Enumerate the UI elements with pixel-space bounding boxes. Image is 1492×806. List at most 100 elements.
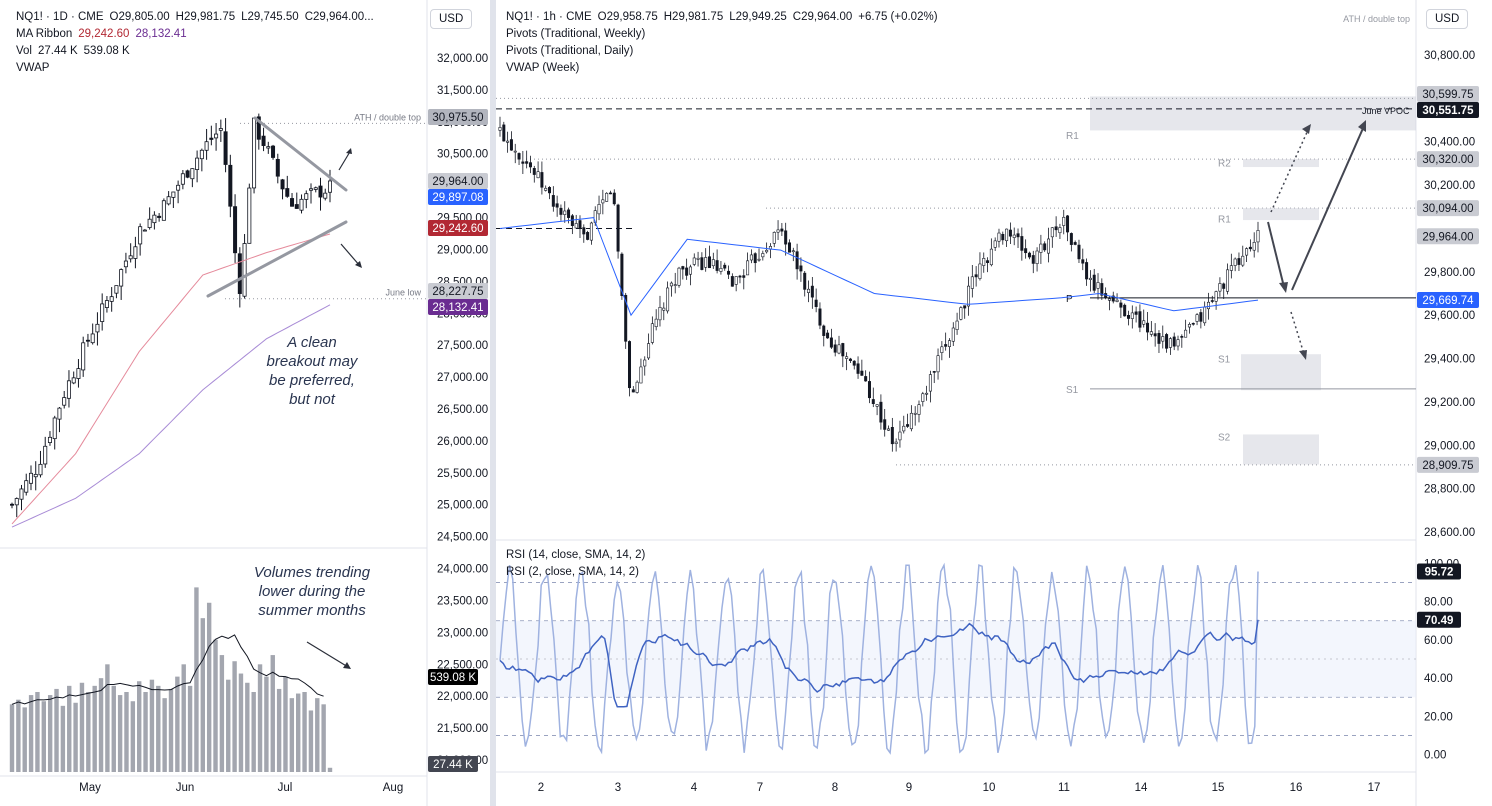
hourly-chart-panel[interactable]: 30,800.00 30,400.00 30,200.00 29,800.00 29,6… bbox=[496, 0, 1492, 806]
hourly-candle-body bbox=[913, 412, 917, 415]
volume-bar bbox=[321, 704, 326, 772]
daily-chart-svg[interactable]: 32,000.0031,500.0031,000.0030,500.0030,0… bbox=[0, 0, 490, 806]
hourly-close: C29,964.00 bbox=[792, 11, 853, 23]
volume-bar bbox=[251, 692, 256, 772]
daily-price-tick: 26,500.00 bbox=[437, 404, 488, 416]
daily-candle-body bbox=[161, 200, 166, 221]
hourly-price-tick: 28,800.00 bbox=[1424, 484, 1475, 496]
hourly-currency-button[interactable]: USD bbox=[1426, 9, 1469, 29]
daily-candle-body bbox=[275, 158, 280, 177]
hourly-candle-body bbox=[567, 209, 571, 218]
hourly-candle-body bbox=[1096, 282, 1100, 289]
hourly-time-tick: 4 bbox=[691, 782, 698, 794]
weekly-pivots-label[interactable]: Pivots (Traditional, Weekly) bbox=[506, 26, 944, 43]
hourly-candle-body bbox=[772, 232, 776, 244]
hourly-candle-body bbox=[677, 267, 681, 286]
daily-pivots-label[interactable]: Pivots (Traditional, Daily) bbox=[506, 43, 944, 60]
hourly-symbol[interactable]: NQ1! · 1h · CME bbox=[506, 11, 592, 23]
volume-label[interactable]: Vol bbox=[16, 45, 32, 57]
hourly-candle-body bbox=[1012, 234, 1016, 238]
daily-r1-zone bbox=[1243, 208, 1319, 221]
hourly-candle-body bbox=[746, 260, 750, 276]
hourly-candle-body bbox=[906, 424, 910, 427]
hourly-price-badge-text: 30,551.75 bbox=[1422, 105, 1474, 117]
vwap-week-label[interactable]: VWAP (Week) bbox=[506, 60, 944, 77]
volume-bar bbox=[302, 692, 307, 772]
hourly-candle-body bbox=[1165, 334, 1169, 349]
hourly-candle-body bbox=[1149, 331, 1153, 335]
volume-bar bbox=[111, 685, 116, 772]
scenario-alt-up-arrow bbox=[1270, 129, 1309, 213]
hourly-candle-body bbox=[643, 359, 647, 367]
hourly-price-badge-text: 28,909.75 bbox=[1422, 460, 1473, 472]
daily-candle-body bbox=[66, 380, 71, 399]
daily-candle-body bbox=[47, 436, 52, 443]
ma-ribbon-label[interactable]: MA Ribbon bbox=[16, 28, 72, 40]
pivot-label: S1 bbox=[1218, 355, 1231, 366]
daily-candle-body bbox=[147, 218, 152, 228]
hourly-candle-body bbox=[852, 360, 856, 366]
hourly-candle-body bbox=[1092, 274, 1096, 291]
hourly-candle-body bbox=[1237, 258, 1241, 265]
daily-price-badge-text: 29,242.60 bbox=[432, 223, 483, 235]
vwap-label[interactable]: VWAP bbox=[16, 62, 49, 74]
hourly-candle-body bbox=[902, 425, 906, 432]
volume-bar bbox=[143, 692, 148, 772]
hourly-candle-body bbox=[707, 256, 711, 269]
rsi-legend: RSI (14, close, SMA, 14, 2) RSI (2, clos… bbox=[506, 547, 645, 581]
daily-candle-body bbox=[28, 472, 33, 484]
hourly-candle-body bbox=[955, 320, 959, 330]
hourly-candle-body bbox=[685, 267, 689, 276]
hourly-chart-svg[interactable]: 30,800.00 30,400.00 30,200.00 29,800.00 29,6… bbox=[496, 0, 1492, 806]
daily-candle-body bbox=[85, 339, 90, 342]
hourly-candle-body bbox=[784, 230, 788, 245]
daily-candle-body bbox=[19, 488, 24, 500]
hourly-candle-body bbox=[1214, 291, 1218, 302]
volume-bar bbox=[194, 587, 199, 772]
volume-value: 27.44 K bbox=[38, 45, 78, 57]
rsi-2-label[interactable]: RSI (2, close, SMA, 14, 2) bbox=[506, 564, 645, 581]
daily-s2-zone bbox=[1243, 434, 1319, 465]
scenario-alt-down-arrow bbox=[1290, 311, 1305, 355]
hourly-candle-body bbox=[921, 393, 925, 402]
hourly-price-badge-text: 30,320.00 bbox=[1422, 154, 1473, 166]
hourly-candle-body bbox=[734, 276, 738, 285]
hourly-candle-body bbox=[727, 270, 731, 275]
rsi-tick: 80.00 bbox=[1424, 597, 1453, 609]
rsi-14-label[interactable]: RSI (14, close, SMA, 14, 2) bbox=[506, 547, 645, 564]
hourly-price-tick: 28,600.00 bbox=[1424, 527, 1475, 539]
hourly-candle-body bbox=[673, 284, 677, 286]
hourly-candle-body bbox=[525, 161, 529, 164]
volume-bar bbox=[117, 695, 123, 772]
hourly-candle-body bbox=[666, 287, 670, 312]
hourly-candle-body bbox=[1115, 299, 1119, 302]
daily-candle-body bbox=[119, 269, 124, 287]
hourly-time-tick: 7 bbox=[757, 782, 763, 794]
hourly-candle-body bbox=[1157, 333, 1161, 344]
daily-currency-button[interactable]: USD bbox=[430, 9, 473, 29]
daily-chart-panel[interactable]: 32,000.0031,500.0031,000.0030,500.0030,0… bbox=[0, 0, 490, 806]
hourly-candle-body bbox=[791, 250, 795, 253]
daily-symbol[interactable]: NQ1! · 1D · CME bbox=[16, 11, 104, 23]
hourly-candle-body bbox=[1058, 227, 1062, 234]
hourly-candle-body bbox=[532, 168, 536, 175]
daily-candle-body bbox=[90, 333, 95, 344]
hourly-candle-body bbox=[753, 253, 757, 264]
hourly-candle-body bbox=[917, 404, 921, 415]
hourly-price-tick: 30,200.00 bbox=[1424, 180, 1475, 192]
hourly-candle-body bbox=[1134, 311, 1138, 315]
hourly-candle-body bbox=[688, 266, 692, 275]
volume-bar bbox=[276, 688, 282, 772]
hourly-candle-body bbox=[1191, 322, 1195, 325]
hourly-candle-body bbox=[601, 199, 605, 204]
hourly-candle-body bbox=[1001, 233, 1005, 241]
hourly-candle-body bbox=[1187, 324, 1191, 328]
hourly-candle-body bbox=[1180, 336, 1184, 338]
daily-time-tick: Jun bbox=[176, 782, 195, 794]
volume-badge-text: 27.44 K bbox=[433, 759, 473, 771]
daily-candle-body bbox=[228, 164, 233, 207]
pivot-label: P bbox=[1066, 294, 1073, 305]
hourly-price-badge-text: 29,964.00 bbox=[1422, 231, 1473, 243]
breakout-down-arrow bbox=[340, 243, 361, 267]
daily-candle-body bbox=[157, 215, 162, 218]
